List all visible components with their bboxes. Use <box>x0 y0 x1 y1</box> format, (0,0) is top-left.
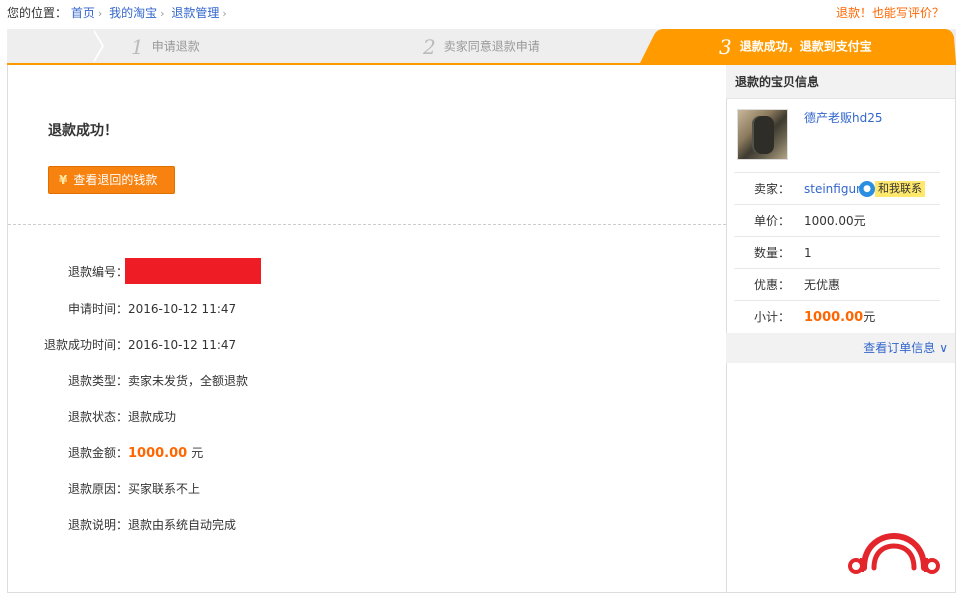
wangwang-chat-icon: ● <box>859 181 875 197</box>
progress-steps: 1 申请退款 2 卖家同意退款申请 3 退款成功，退款到支付宝 <box>7 29 956 65</box>
view-refunded-money-label: 查看退回的钱款 <box>73 173 158 187</box>
refund-number-label: 退款编号： <box>67 265 128 279</box>
side-panel-title: 退款的宝贝信息 <box>726 65 955 99</box>
discount-label: 优惠： <box>753 278 790 292</box>
step-label: 卖家同意退款申请 <box>443 39 540 54</box>
refund-detail-panel: 退款成功！ ¥ 查看退回的钱款 退款编号： 申请时间： 2016-10-12 11… <box>7 65 727 593</box>
seller-label: 卖家： <box>753 182 790 196</box>
subtotal-unit: 元 <box>863 310 876 324</box>
subtotal-row: 小计： 1000.00元 <box>734 300 940 332</box>
refund-reason-value: 买家联系不上 <box>128 482 201 496</box>
discount-row: 优惠： 无优惠 <box>734 268 940 300</box>
refund-type-value: 卖家未发货，全额退款 <box>128 374 249 388</box>
contact-seller-button[interactable]: ● 和我联系 <box>859 181 925 197</box>
success-time-value: 2016-10-12 11:47 <box>128 338 237 352</box>
refund-amount-number: 1000.00 <box>128 446 188 461</box>
step-number: 2 <box>423 34 436 59</box>
subtotal-number: 1000.00 <box>804 310 864 325</box>
subtotal-value: 1000.00元 <box>804 301 875 334</box>
success-time-row: 退款成功时间： 2016-10-12 11:47 <box>8 335 726 355</box>
refund-type-label: 退款类型： <box>67 374 128 388</box>
yen-icon: ¥ <box>59 173 68 187</box>
refund-type-row: 退款类型： 卖家未发货，全额退款 <box>8 371 726 391</box>
step-apply-refund: 1 申请退款 <box>131 29 200 63</box>
apply-time-row: 申请时间： 2016-10-12 11:47 <box>8 299 726 319</box>
chevron-down-icon: ∨ <box>939 341 948 355</box>
refund-note-label: 退款说明： <box>67 518 128 532</box>
refund-reason-row: 退款原因： 买家联系不上 <box>8 479 726 499</box>
order-info-bar: 查看订单信息 ∨ <box>726 333 955 363</box>
quantity-value: 1 <box>804 246 812 260</box>
top-bar: 您的位置： 首页 › 我的淘宝 › 退款管理 › 退款！也能写评价？ <box>0 0 974 22</box>
breadcrumb-my-taobao-link[interactable]: 我的淘宝 <box>109 6 157 20</box>
step-number: 3 <box>719 34 732 59</box>
item-name-link[interactable]: 德产老贩hd25 <box>804 109 883 126</box>
dashed-divider <box>8 224 726 225</box>
view-refunded-money-button[interactable]: ¥ 查看退回的钱款 <box>48 166 175 194</box>
breadcrumb-prefix: 您的位置： <box>7 6 68 20</box>
discount-value: 无优惠 <box>804 278 841 292</box>
apply-time-value: 2016-10-12 11:47 <box>128 302 237 316</box>
breadcrumb-chevron-icon: › <box>97 7 103 20</box>
item-thumbnail[interactable] <box>737 109 788 160</box>
unit-price-row: 单价： 1000.00元 <box>734 204 940 236</box>
breadcrumb: 您的位置： 首页 › 我的淘宝 › 退款管理 › <box>7 4 230 21</box>
step-label: 退款成功，退款到支付宝 <box>739 39 872 54</box>
step-label: 申请退款 <box>151 39 200 54</box>
page-title: 退款成功！ <box>48 123 118 139</box>
breadcrumb-chevron-icon: › <box>222 7 227 20</box>
refund-status-label: 退款状态： <box>67 410 128 424</box>
seller-row: 卖家： steinfigur ● 和我联系 <box>734 172 940 204</box>
redacted-refund-number <box>125 258 261 284</box>
refund-amount-row: 退款金额： 1000.00 元 <box>8 443 726 463</box>
breadcrumb-refund-manage-link[interactable]: 退款管理 <box>171 6 219 20</box>
unit-price-value: 1000.00元 <box>804 214 866 228</box>
step-divider <box>92 29 104 63</box>
step-refund-success: 3 退款成功，退款到支付宝 <box>719 29 872 63</box>
success-time-label: 退款成功时间： <box>43 338 128 352</box>
step-seller-agree: 2 卖家同意退款申请 <box>423 29 540 63</box>
refunded-item-panel: 退款的宝贝信息 德产老贩hd25 卖家： steinfigur ● 和我联系 单价… <box>726 65 956 593</box>
refund-note-value: 退款由系统自动完成 <box>128 518 237 532</box>
refund-amount-unit: 元 <box>191 446 204 460</box>
refund-reason-label: 退款原因： <box>67 482 128 496</box>
step-number: 1 <box>131 34 144 59</box>
view-order-info-label: 查看订单信息 <box>863 341 936 355</box>
refund-status-value: 退款成功 <box>128 410 177 424</box>
subtotal-label: 小计： <box>753 310 790 324</box>
refund-number-row: 退款编号： <box>8 258 726 284</box>
contact-seller-label: 和我联系 <box>875 181 925 197</box>
view-order-info-link[interactable]: 查看订单信息 ∨ <box>863 333 948 363</box>
refund-review-link[interactable]: 退款！也能写评价？ <box>836 4 944 21</box>
apply-time-label: 申请时间： <box>67 302 128 316</box>
quantity-row: 数量： 1 <box>734 236 940 268</box>
refund-amount-label: 退款金额： <box>67 446 128 460</box>
refund-note-row: 退款说明： 退款由系统自动完成 <box>8 515 726 535</box>
refund-amount-value: 1000.00 元 <box>128 443 203 464</box>
unit-price-label: 单价： <box>753 214 790 228</box>
refund-status-row: 退款状态： 退款成功 <box>8 407 726 427</box>
breadcrumb-home-link[interactable]: 首页 <box>71 6 95 20</box>
quantity-label: 数量： <box>753 246 790 260</box>
watermark-logo <box>844 530 944 578</box>
seller-link[interactable]: steinfigur <box>804 173 861 205</box>
breadcrumb-chevron-icon: › <box>160 7 165 20</box>
